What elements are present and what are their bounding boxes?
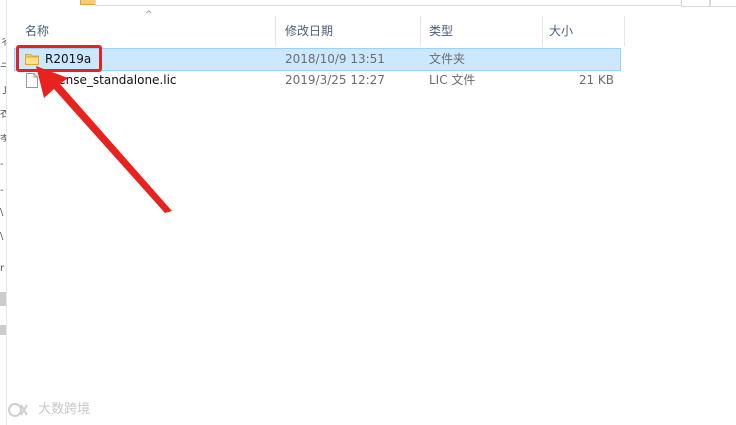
left-edge-glyph: - xyxy=(0,186,4,196)
left-edge-glyph: 衣 xyxy=(0,110,6,120)
column-header-size[interactable]: 大小 xyxy=(549,16,573,46)
annotation-highlight-box xyxy=(16,45,102,72)
file-row-lic[interactable]: license_standalone.lic 2019/3/25 12:27 L… xyxy=(15,70,620,91)
watermark: 大数跨境 xyxy=(8,400,90,420)
column-divider[interactable] xyxy=(624,16,625,46)
column-divider[interactable] xyxy=(542,16,543,46)
column-header-name[interactable]: 名称 xyxy=(25,16,49,46)
file-icon xyxy=(26,73,38,88)
search-box-edge[interactable] xyxy=(709,0,736,7)
file-date: 2019/3/25 12:27 xyxy=(285,73,385,87)
left-edge-glyph: r xyxy=(0,264,5,274)
column-divider[interactable] xyxy=(420,16,421,46)
left-edge-glyph: 彳 xyxy=(0,38,6,48)
file-size: 21 KB xyxy=(578,73,614,87)
file-name: license_standalone.lic xyxy=(45,73,177,87)
address-folder-icon xyxy=(80,0,96,5)
file-type: 文件夹 xyxy=(429,52,466,66)
sort-ascending-icon: ^ xyxy=(145,10,153,20)
column-header-date[interactable]: 修改日期 xyxy=(285,16,333,46)
column-header-row: ^ 名称 修改日期 类型 大小 xyxy=(15,10,735,46)
column-divider[interactable] xyxy=(275,16,276,46)
column-header-type[interactable]: 类型 xyxy=(429,16,453,46)
watermark-logo-icon xyxy=(8,402,30,418)
left-edge-glyph: \ xyxy=(0,208,4,218)
file-type: LIC 文件 xyxy=(429,73,476,87)
left-window-edge: 彳 三 丁 衣 孝 - - \ \ r xyxy=(0,0,7,425)
left-edge-glyph: 孝 xyxy=(0,134,6,144)
left-edge-scroll xyxy=(0,292,6,306)
file-row-folder[interactable]: R2019a 2018/10/9 13:51 文件夹 xyxy=(14,48,621,71)
file-date: 2018/10/9 13:51 xyxy=(285,52,385,66)
left-edge-glyph: 三 xyxy=(0,60,6,70)
left-edge-glyph: - xyxy=(0,160,4,170)
left-edge-glyph: \ xyxy=(0,232,4,242)
left-edge-glyph: 丁 xyxy=(0,86,6,96)
refresh-button[interactable] xyxy=(681,0,711,7)
address-bar[interactable] xyxy=(95,0,682,6)
left-edge-scroll xyxy=(0,325,6,335)
watermark-text: 大数跨境 xyxy=(38,402,91,417)
